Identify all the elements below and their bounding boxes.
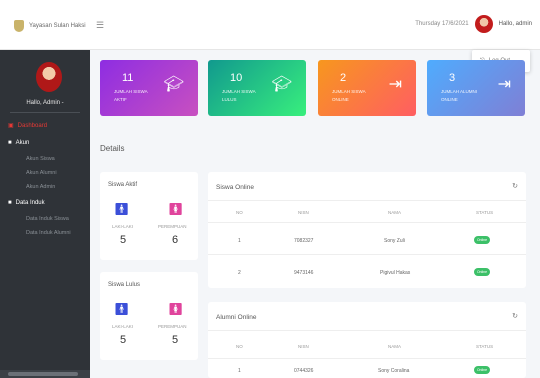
divider (208, 200, 526, 201)
top-right-area: Thursday 17/6/2021 Hallo, admin (415, 15, 532, 33)
sidebar-item-data-induk-alumni[interactable]: Data Induk Alumni (26, 230, 71, 236)
brand-name: Yayasan Sulan Haksi (29, 23, 86, 29)
column-header-nama: NAMA (388, 344, 402, 349)
sidebar: Hallo, Admin - ▣ Dashboard ■ Akun Akun S… (0, 50, 90, 378)
card-label: JUMLAH SISWA LULUS (222, 89, 256, 102)
cell-nisn: 7082327 (294, 238, 314, 244)
sidebar-item-akun-alumni[interactable]: Akun Alumni (26, 170, 57, 176)
user-avatar[interactable] (474, 15, 493, 33)
siswa-aktif-box: Siswa Aktif 🚹︎ 🚺︎ LAKI-LAKI PEREMPUAN 5 … (100, 172, 198, 260)
sidebar-greeting: Hallo, Admin - (26, 100, 64, 106)
sidebar-item-akun-siswa[interactable]: Akun Siswa (26, 156, 55, 162)
card-label: JUMLAH SISWA ONLINE (332, 89, 366, 102)
sidebar-item-akun-admin[interactable]: Akun Admin (26, 184, 55, 190)
folder-icon: ■ (8, 200, 12, 206)
date-display: Thursday 17/6/2021 (415, 21, 469, 27)
male-count: 5 (120, 234, 127, 246)
female-count: 6 (172, 234, 179, 246)
card-value: 11 (122, 72, 134, 84)
graduation-cap-icon: 🎓︎ (271, 76, 292, 93)
cell-nama: Pigivul Hakas (380, 270, 411, 276)
sidebar-item-data-induk[interactable]: ■ Data Induk (8, 200, 45, 206)
column-header-status: STATUS (476, 210, 494, 215)
graduation-cap-icon: 🎓︎ (163, 76, 184, 93)
sidebar-scroll-thumb[interactable] (8, 372, 78, 376)
male-label: LAKI-LAKI (112, 324, 134, 329)
sign-in-icon: ⇥ (388, 76, 402, 93)
cell-nisn: 0744326 (294, 368, 314, 374)
card-label: JUMLAH SISWA AKTIF (114, 89, 148, 102)
female-label: PEREMPUAN (158, 324, 187, 329)
alumni-online-panel: Alumni Online ↻ NO NISN NAMA STATUS 1 07… (208, 302, 526, 378)
sidebar-avatar (36, 62, 62, 92)
siswa-online-panel: Siswa Online ↻ NO NISN NAMA STATUS 1 708… (208, 172, 526, 288)
hamburger-icon[interactable]: ☰ (96, 20, 104, 31)
cell-no: 2 (238, 270, 241, 276)
female-icon: 🚺︎ (168, 302, 184, 316)
male-label: LAKI-LAKI (112, 224, 134, 229)
sidebar-item-dashboard[interactable]: ▣ Dashboard (8, 122, 47, 130)
status-badge: Online (474, 268, 490, 276)
male-icon: 🚹︎ (114, 202, 130, 216)
brand[interactable]: Yayasan Sulan Haksi (14, 20, 86, 32)
box-title: Siswa Lulus (108, 282, 141, 288)
sign-in-icon: ⇥ (497, 76, 511, 93)
sidebar-item-akun[interactable]: ■ Akun (8, 140, 29, 146)
divider (208, 254, 526, 255)
refresh-icon[interactable]: ↻ (512, 182, 518, 190)
card-value: 3 (449, 72, 456, 84)
top-bar: Yayasan Sulan Haksi ☰ Thursday 17/6/2021… (0, 0, 540, 50)
status-badge: Online (474, 236, 490, 244)
divider (208, 358, 526, 359)
column-header-nama: NAMA (388, 210, 402, 215)
card-label: JUMLAH ALUMNI ONLINE (441, 89, 478, 102)
male-icon: 🚹︎ (114, 302, 130, 316)
column-header-no: NO (236, 210, 243, 215)
user-greeting[interactable]: Hallo, admin (499, 21, 532, 27)
divider (208, 222, 526, 223)
card-siswa-online[interactable]: 2 JUMLAH SISWA ONLINE ⇥ (318, 60, 416, 116)
dashboard-icon: ▣ (8, 123, 14, 129)
box-title: Siswa Aktif (108, 182, 138, 188)
divider (208, 330, 526, 331)
cell-no: 1 (238, 368, 241, 374)
cell-nama: Sony Zuli (384, 238, 405, 244)
card-siswa-aktif[interactable]: 11 JUMLAH SISWA AKTIF 🎓︎ (100, 60, 198, 116)
siswa-lulus-box: Siswa Lulus 🚹︎ 🚺︎ LAKI-LAKI PEREMPUAN 5 … (100, 272, 198, 360)
refresh-icon[interactable]: ↻ (512, 312, 518, 320)
cell-nama: Sony Coralina (378, 368, 410, 374)
female-label: PEREMPUAN (158, 224, 187, 229)
male-count: 5 (120, 334, 127, 346)
status-badge: Online (474, 366, 490, 374)
folder-icon: ■ (8, 140, 12, 146)
card-value: 10 (230, 72, 243, 84)
details-heading: Details (100, 144, 125, 153)
sidebar-item-data-induk-siswa[interactable]: Data Induk Siswa (26, 216, 69, 222)
cell-nisn: 9473146 (294, 270, 314, 276)
column-header-nisn: NISN (298, 210, 309, 215)
panel-title: Siswa Online (216, 184, 254, 191)
cell-no: 1 (238, 238, 241, 244)
column-header-nisn: NISN (298, 344, 309, 349)
card-value: 2 (340, 72, 347, 84)
sidebar-divider (10, 112, 80, 113)
brand-logo-icon (14, 20, 24, 32)
female-icon: 🚺︎ (168, 202, 184, 216)
column-header-no: NO (236, 344, 243, 349)
panel-title: Alumni Online (216, 314, 257, 321)
female-count: 5 (172, 334, 179, 346)
column-header-status: STATUS (476, 344, 494, 349)
card-siswa-lulus[interactable]: 10 JUMLAH SISWA LULUS 🎓︎ (208, 60, 306, 116)
card-alumni-online[interactable]: 3 JUMLAH ALUMNI ONLINE ⇥ (427, 60, 525, 116)
